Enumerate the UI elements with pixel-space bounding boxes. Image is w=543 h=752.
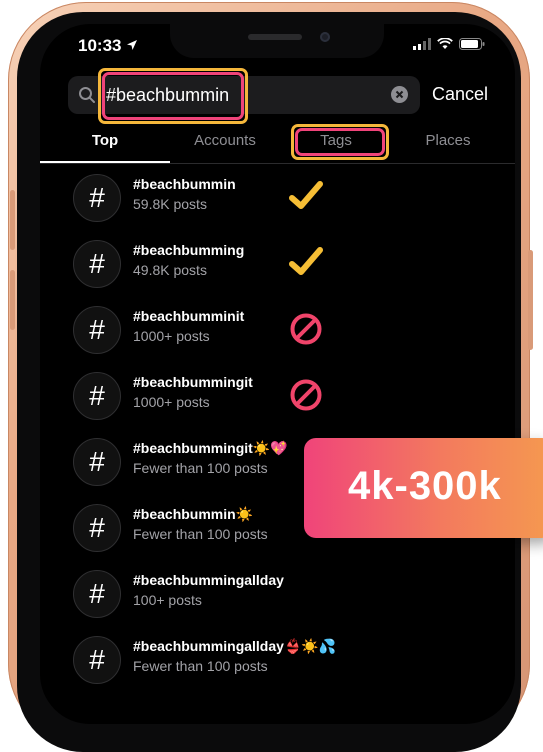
tag-emoji: ☀️	[235, 506, 254, 522]
clock-text: 10:33	[78, 36, 122, 55]
range-label: 4k-300k	[348, 464, 502, 508]
tag-post-count: 49.8K posts	[133, 262, 207, 278]
tag-name: #beachbummingallday👙☀️💦	[133, 638, 336, 655]
hashtag-icon: #	[73, 306, 121, 354]
hashtag-icon: #	[73, 438, 121, 486]
prohibited-icon	[290, 313, 322, 345]
tag-name: #beachbummingallday	[133, 572, 284, 588]
clear-search-icon[interactable]	[391, 86, 408, 103]
list-item[interactable]: # #beachbumming 49.8K posts	[73, 240, 493, 290]
list-item[interactable]: # #beachbummingallday 100+ posts	[73, 570, 493, 620]
cancel-button[interactable]: Cancel	[432, 84, 488, 105]
tab-divider	[40, 163, 515, 164]
checkmark-icon	[289, 247, 323, 275]
hashtag-icon: #	[73, 636, 121, 684]
search-highlight-box-inner	[102, 72, 244, 120]
status-indicators	[413, 38, 485, 50]
tag-name: #beachbummin☀️	[133, 506, 253, 523]
hashtag-icon: #	[73, 174, 121, 222]
tag-post-count: 1000+ posts	[133, 328, 210, 344]
tags-tab-highlight-box-inner	[295, 128, 385, 156]
camera-icon	[320, 32, 330, 42]
hashtag-icon: #	[73, 240, 121, 288]
tab-top[interactable]: Top	[45, 132, 165, 149]
tag-name-text: #beachbummingallday	[133, 638, 284, 654]
follower-range-badge: 4k-300k	[304, 438, 543, 538]
tag-emoji: 👙☀️💦	[283, 638, 337, 654]
tag-name: #beachbummingit	[133, 374, 253, 390]
tag-post-count: Fewer than 100 posts	[133, 460, 268, 476]
tag-post-count: Fewer than 100 posts	[133, 658, 268, 674]
power-button	[528, 250, 533, 350]
tag-emoji: ☀️💖	[252, 440, 288, 456]
list-item[interactable]: # #beachbumminit 1000+ posts	[73, 306, 493, 356]
tag-post-count: 1000+ posts	[133, 394, 210, 410]
tab-places[interactable]: Places	[388, 132, 508, 149]
wifi-icon	[437, 38, 453, 49]
tag-name: #beachbummin	[133, 176, 236, 192]
speaker-grille	[248, 34, 302, 40]
tag-name-text: #beachbummingit	[133, 440, 253, 456]
notch	[170, 24, 384, 58]
hashtag-icon: #	[73, 570, 121, 618]
tag-post-count: 100+ posts	[133, 592, 202, 608]
list-item[interactable]: # #beachbummingallday👙☀️💦 Fewer than 100…	[73, 636, 493, 686]
tag-post-count: 59.8K posts	[133, 196, 207, 212]
hashtag-icon: #	[73, 504, 121, 552]
phone-screen: 10:33 #beachbummin Cancel Top Accounts T…	[40, 24, 515, 724]
search-icon	[79, 87, 95, 103]
tag-name: #beachbumminit	[133, 308, 245, 324]
tag-name-text: #beachbummin	[133, 506, 236, 522]
volume-button	[10, 190, 15, 250]
list-item[interactable]: # #beachbummingit 1000+ posts	[73, 372, 493, 422]
tag-name: #beachbumming	[133, 242, 245, 258]
tab-accounts[interactable]: Accounts	[165, 132, 285, 149]
location-arrow-icon	[127, 40, 138, 50]
status-time: 10:33	[78, 36, 138, 56]
list-item[interactable]: # #beachbummin 59.8K posts	[73, 174, 493, 224]
signal-icon	[413, 38, 431, 50]
tag-name: #beachbummingit☀️💖	[133, 440, 288, 457]
battery-icon	[459, 38, 485, 50]
prohibited-icon	[290, 379, 322, 411]
checkmark-icon	[289, 181, 323, 209]
volume-button	[10, 270, 15, 330]
tag-post-count: Fewer than 100 posts	[133, 526, 268, 542]
hashtag-icon: #	[73, 372, 121, 420]
